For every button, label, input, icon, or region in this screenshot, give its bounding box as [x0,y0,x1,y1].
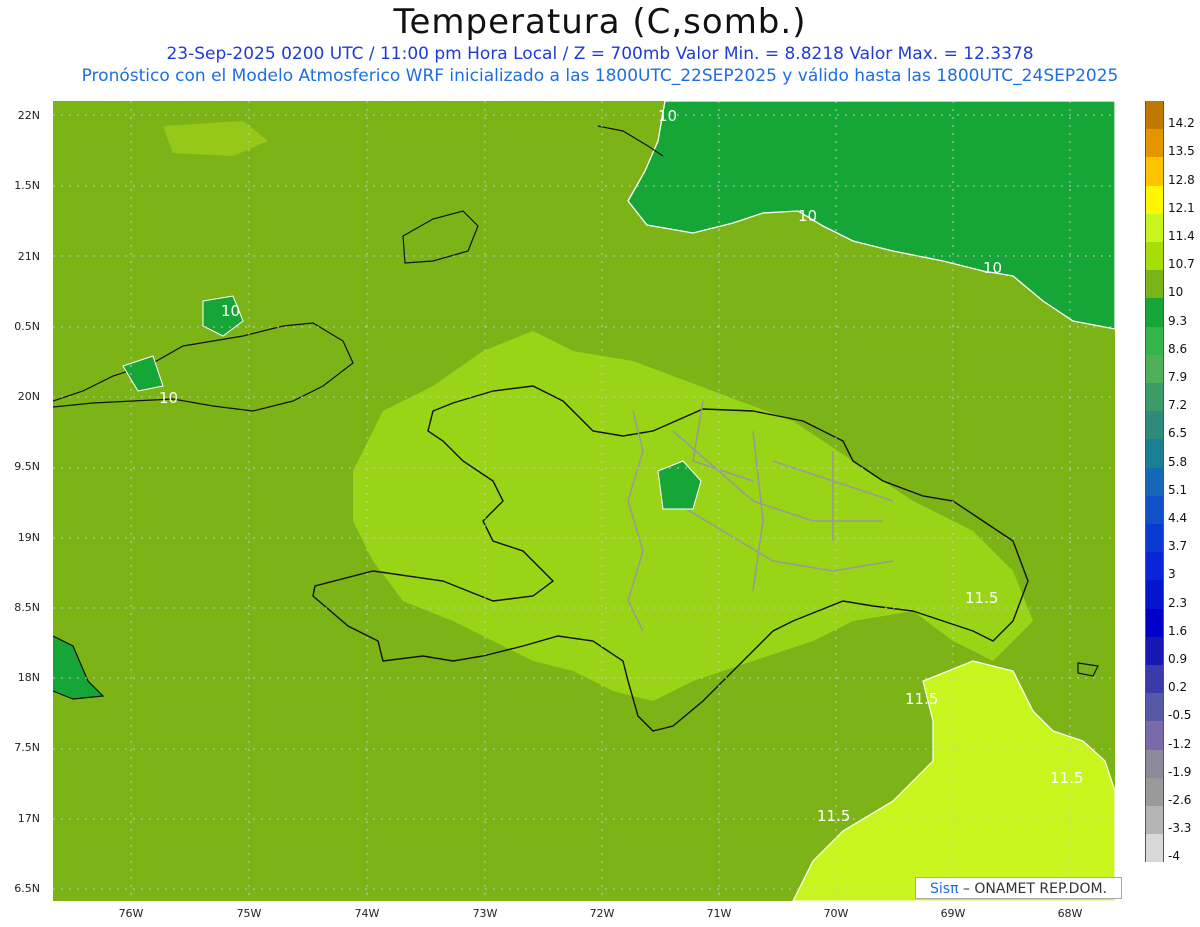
colorbar-swatch [1145,636,1164,665]
contour-label: 11.5 [905,690,938,708]
lat-label: 1.5N [14,179,40,192]
lon-label: 73W [472,907,498,920]
lat-label: 6.5N [14,882,40,895]
colorbar-label: 6.5 [1168,426,1188,441]
colorbar-swatch [1145,129,1164,158]
colorbar-label: 13.5 [1168,144,1195,159]
lon-label: 70W [823,907,849,920]
colorbar-label: 12.1 [1168,200,1195,215]
colorbar-swatch [1145,608,1164,637]
colorbar-label: 3.7 [1168,539,1188,554]
contour-label: 11.5 [817,807,850,825]
lat-label: 17N [17,812,40,825]
colorbar-swatch [1145,157,1164,186]
colorbar-label: -4 [1168,849,1180,864]
colorbar-swatch [1145,439,1164,468]
lon-label: 76W [118,907,144,920]
colorbar-label: -1.9 [1168,764,1192,779]
colorbar-label: 10 [1168,285,1184,300]
colorbar-label: 3 [1168,567,1176,582]
contour-label: 10 [658,107,677,125]
colorbar-swatch [1145,524,1164,553]
colorbar-label: -1.2 [1168,736,1192,751]
colorbar-label: 11.4 [1168,228,1195,243]
credit-text: – ONAMET REP.DOM. [962,881,1108,897]
colorbar-swatch [1145,270,1164,299]
credit-box: Sisπ – ONAMET REP.DOM. [915,877,1122,899]
colorbar-swatch [1145,665,1164,694]
colorbar-label: 7.2 [1168,398,1188,413]
colorbar-label: -2.6 [1168,792,1192,807]
lon-label: 75W [236,907,262,920]
colorbar-swatch [1145,213,1164,242]
colorbar-swatch [1145,298,1164,327]
contour-label: 10 [221,302,240,320]
lat-label: 18N [17,671,40,684]
colorbar-label: 7.9 [1168,369,1188,384]
colorbar-label: 2.3 [1168,595,1188,610]
lat-label: 0.5N [14,320,40,333]
colorbar-swatch [1145,467,1164,496]
colorbar-swatch [1145,101,1164,130]
colorbar-swatch [1145,834,1164,863]
colorbar-label: 4.4 [1168,510,1188,525]
lon-label: 71W [706,907,732,920]
colorbar-label: 8.6 [1168,341,1188,356]
colorbar-swatch [1145,721,1164,750]
colorbar-swatch [1145,806,1164,835]
contour-label: 10 [159,389,178,407]
chart-title: Temperatura (C,somb.) [393,2,807,42]
lat-label: 19N [17,531,40,544]
contour-label: 11.5 [1050,769,1083,787]
colorbar-label: 0.2 [1168,680,1188,695]
colorbar-swatch [1145,354,1164,383]
lat-label: 21N [17,250,40,263]
colorbar-label: 1.6 [1168,623,1188,638]
colorbar-swatch [1145,242,1164,271]
lat-label: 20N [17,390,40,403]
lat-label: 9.5N [14,460,40,473]
colorbar-label: 10.7 [1168,257,1195,272]
colorbar-swatch [1145,411,1164,440]
colorbar-label: 5.8 [1168,454,1188,469]
contour-label: 11.5 [965,589,998,607]
lat-label: 8.5N [14,601,40,614]
lat-label: 7.5N [14,741,40,754]
colorbar-label: 5.1 [1168,482,1188,497]
contour-label: 10 [798,207,817,225]
colorbar-swatch [1145,552,1164,581]
colorbar-swatch [1145,777,1164,806]
colorbar-label: 12.8 [1168,172,1195,187]
lon-label: 74W [354,907,380,920]
temperature-map: 10 10 10 10 10 11.5 11.5 11.5 11.5 [53,101,1115,901]
lat-label: 22N [17,109,40,122]
lon-label: 69W [940,907,966,920]
colorbar-swatch [1145,749,1164,778]
lon-label: 68W [1057,907,1083,920]
credit-brand: Sisπ [930,881,959,897]
colorbar-swatch [1145,495,1164,524]
colorbar-label: 9.3 [1168,313,1188,328]
colorbar-label: -0.5 [1168,708,1192,723]
colorbar-swatch [1145,383,1164,412]
lon-label: 72W [589,907,615,920]
subtitle-model-info: Pronóstico con el Modelo Atmosferico WRF… [81,66,1119,86]
colorbar-label: 0.9 [1168,651,1188,666]
subtitle-time-range: 23-Sep-2025 0200 UTC / 11:00 pm Hora Loc… [166,44,1034,64]
colorbar-swatch [1145,185,1164,214]
colorbar-label: 14.2 [1168,116,1195,131]
colorbar-label: -3.3 [1168,821,1192,836]
colorbar-swatch [1145,693,1164,722]
contour-label: 10 [983,259,1002,277]
colorbar-swatch [1145,326,1164,355]
colorbar-swatch [1145,580,1164,609]
